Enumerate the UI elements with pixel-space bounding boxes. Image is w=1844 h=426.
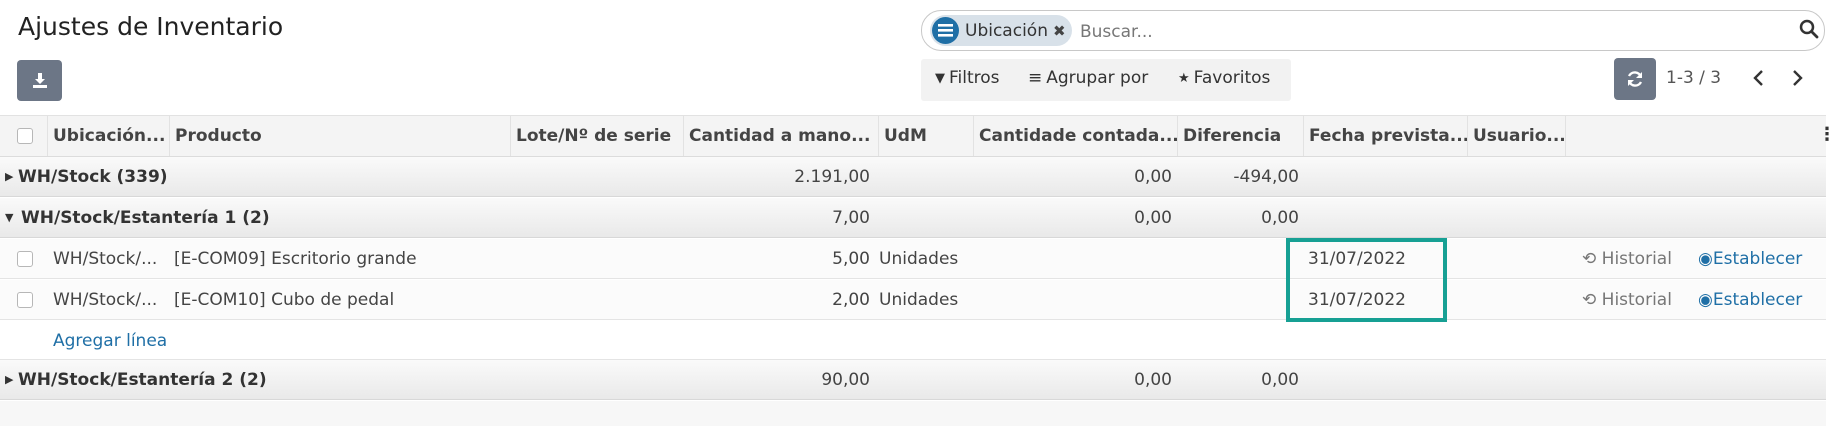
target-icon: ◉ [1698, 290, 1713, 310]
download-icon [32, 72, 47, 88]
filters-button[interactable]: ▼ Filtros [935, 68, 1000, 88]
row-checkbox[interactable] [17, 292, 33, 308]
cell-producto[interactable]: [E-COM09] Escritorio grande [174, 239, 504, 279]
cell-cantidad[interactable]: 2,00 [684, 280, 870, 320]
add-line-link[interactable]: Agregar línea [53, 321, 167, 361]
cell-udm[interactable]: Unidades [879, 239, 969, 279]
page-title: Ajustes de Inventario [18, 12, 284, 41]
caret-right-icon: ▶ [5, 373, 14, 386]
group-row[interactable]: ▶ WH/Stock/Estantería 2 (2) 90,00 0,00 0… [0, 360, 1826, 400]
group-row[interactable]: ▼ WH/Stock/Estantería 1 (2) 7,00 0,00 0,… [0, 198, 1826, 238]
group-cantidad: 2.191,00 [794, 167, 870, 187]
group-cantidad: 90,00 [821, 370, 870, 390]
column-header-cantidad-contada[interactable]: Cantidade contada... [974, 116, 1178, 156]
remove-facet-icon[interactable]: ✖ [1053, 22, 1066, 40]
search-icon[interactable] [1798, 18, 1822, 42]
pager-next-button[interactable] [1783, 62, 1813, 94]
history-icon: ⟲ [1582, 249, 1597, 269]
column-header-ubicacion[interactable]: Ubicación... [48, 116, 170, 156]
table-header: Ubicación... Producto Lote/Nº de serie C… [0, 115, 1826, 157]
establecer-button[interactable]: ◉Establecer [1698, 239, 1823, 279]
group-diferencia: 0,00 [1261, 370, 1299, 390]
facet-label: Ubicación [965, 20, 1048, 41]
column-header-usuario[interactable]: Usuario... [1468, 116, 1566, 156]
cell-cantidad[interactable]: 5,00 [684, 239, 870, 279]
table-row[interactable]: WH/Stock/... [E-COM10] Cubo de pedal 2,0… [0, 280, 1826, 320]
column-header-diferencia[interactable]: Diferencia [1178, 116, 1304, 156]
pager-previous-button[interactable] [1743, 62, 1773, 94]
group-name: WH/Stock (339) [18, 167, 168, 187]
caret-down-icon: ▼ [5, 211, 14, 224]
historial-button[interactable]: ⟲ Historial [1582, 280, 1692, 320]
chevron-right-icon [1793, 70, 1803, 86]
row-checkbox[interactable] [17, 251, 33, 267]
history-icon: ⟲ [1582, 290, 1597, 310]
cell-producto[interactable]: [E-COM10] Cubo de pedal [174, 280, 504, 320]
table-footer [0, 401, 1826, 426]
star-icon: ★ [1178, 70, 1190, 86]
establecer-button[interactable]: ◉Establecer [1698, 280, 1823, 320]
historial-button[interactable]: ⟲ Historial [1582, 239, 1692, 279]
group-cantidad: 7,00 [832, 208, 870, 228]
select-all-cell [0, 116, 48, 156]
filter-icon: ▼ [935, 70, 945, 86]
group-by-icon [932, 17, 959, 44]
group-row[interactable]: ▶ WH/Stock (339) 2.191,00 0,00 -494,00 [0, 157, 1826, 197]
optional-columns-icon[interactable]: ⋮ [1818, 124, 1836, 145]
column-header-cantidad-mano[interactable]: Cantidad a mano... [684, 116, 879, 156]
cell-udm[interactable]: Unidades [879, 280, 969, 320]
pager-value[interactable]: 1-3 / 3 [1666, 68, 1721, 88]
search-facet-ubicacion[interactable]: Ubicación ✖ [930, 15, 1072, 46]
chevron-left-icon [1753, 70, 1763, 86]
refresh-button[interactable] [1614, 58, 1656, 100]
cell-ubicacion[interactable]: WH/Stock/... [53, 239, 165, 279]
target-icon: ◉ [1698, 249, 1713, 269]
group-contada: 0,00 [1134, 167, 1172, 187]
download-button[interactable] [17, 60, 62, 101]
bars-icon: ≡ [1028, 68, 1043, 88]
group-name: WH/Stock/Estantería 1 (2) [21, 208, 270, 228]
group-contada: 0,00 [1134, 208, 1172, 228]
column-header-udm[interactable]: UdM [879, 116, 974, 156]
column-header-producto[interactable]: Producto [170, 116, 511, 156]
caret-right-icon: ▶ [5, 170, 14, 183]
group-name: WH/Stock/Estantería 2 (2) [18, 370, 267, 390]
search-input[interactable] [1080, 18, 1780, 46]
date-highlight-box [1286, 238, 1447, 322]
add-line-row: Agregar línea [0, 321, 1826, 360]
table-row[interactable]: WH/Stock/... [E-COM09] Escritorio grande… [0, 239, 1826, 279]
cell-ubicacion[interactable]: WH/Stock/... [53, 280, 165, 320]
group-diferencia: 0,00 [1261, 208, 1299, 228]
group-diferencia: -494,00 [1233, 167, 1299, 187]
group-by-button[interactable]: ≡ Agrupar por [1028, 68, 1148, 88]
group-contada: 0,00 [1134, 370, 1172, 390]
column-header-lote[interactable]: Lote/Nº de serie [511, 116, 684, 156]
select-all-checkbox[interactable] [17, 128, 33, 144]
column-header-fecha[interactable]: Fecha prevista... [1304, 116, 1468, 156]
refresh-icon [1627, 71, 1643, 87]
favorites-button[interactable]: ★ Favoritos [1178, 68, 1270, 88]
